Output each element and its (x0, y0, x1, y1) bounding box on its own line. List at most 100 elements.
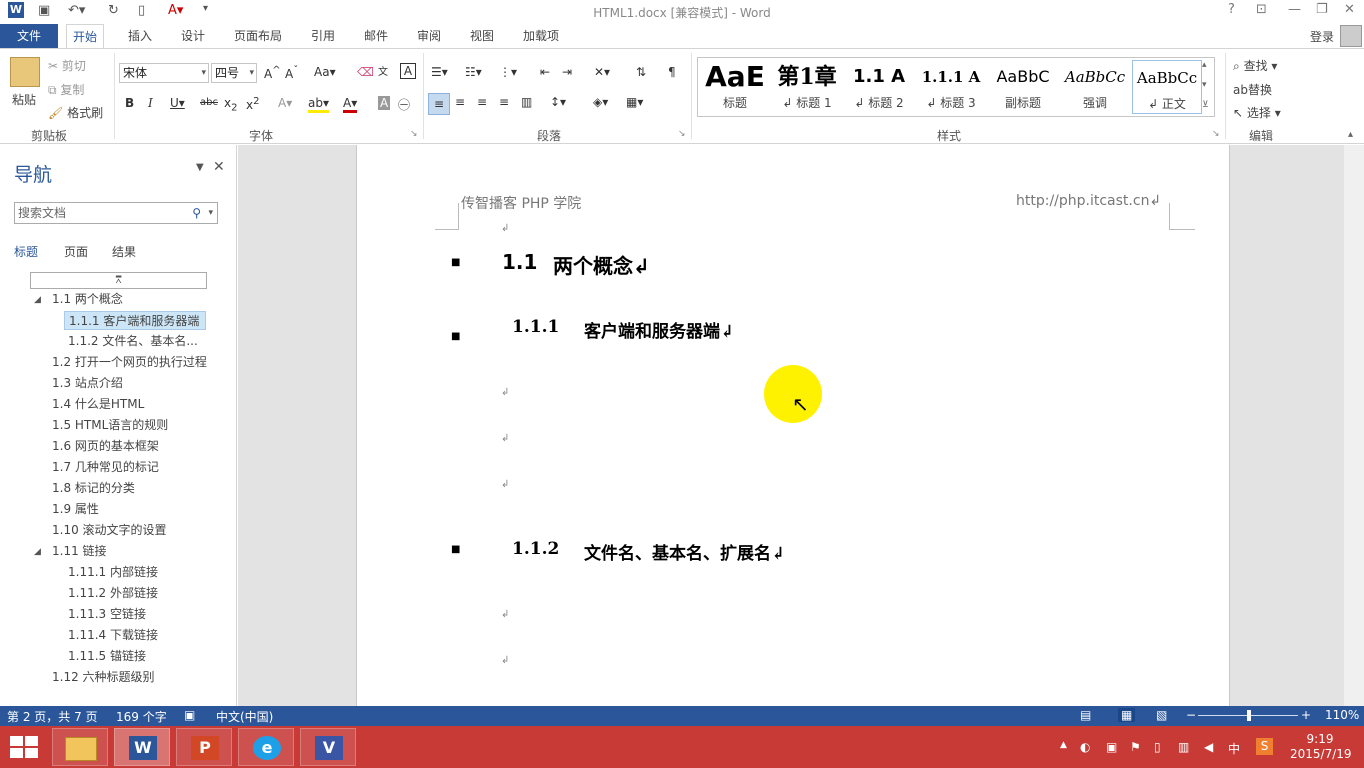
nav-tab-pages[interactable]: 页面 (64, 243, 88, 260)
style-emphasis[interactable]: AaBbCc 强调 (1060, 60, 1130, 114)
nav-heading-item[interactable]: 1.3 站点介绍 (52, 374, 123, 393)
char-shading-icon[interactable]: A (378, 96, 391, 110)
expanded-triangle-icon[interactable]: ◢ (34, 295, 41, 305)
select-button[interactable]: ↖ 选择 ▾ (1233, 104, 1281, 121)
numbering-icon[interactable]: ☷▾ (465, 65, 482, 79)
change-case-button[interactable]: Aa▾ (314, 65, 336, 79)
align-left-icon[interactable]: ≡ (428, 93, 450, 115)
web-layout-icon[interactable]: ▧ (1156, 708, 1167, 722)
paragraph-dialog-launcher-icon[interactable]: ↘ (678, 129, 686, 139)
nav-heading-item[interactable]: 1.5 HTML语言的规则 (52, 416, 168, 435)
borders-icon[interactable]: ▦▾ (626, 95, 643, 109)
find-button[interactable]: ⌕ 查找 ▾ (1233, 57, 1277, 74)
clear-format-icon[interactable]: ⌫ (357, 65, 374, 79)
format-painter-button[interactable]: 🖌 格式刷 (48, 104, 103, 121)
sort-icon[interactable]: ⇅ (636, 65, 646, 79)
tab-insert[interactable]: 插入 (122, 24, 158, 48)
start-button[interactable] (10, 736, 38, 758)
nav-scroll-up-bar[interactable]: ⩞ (30, 272, 207, 289)
grow-font-icon[interactable]: A^ (264, 65, 281, 81)
expanded-triangle-icon[interactable]: ◢ (34, 547, 41, 557)
tab-review[interactable]: 审阅 (411, 24, 447, 48)
word-count[interactable]: 169 个字 (116, 708, 167, 725)
language[interactable]: 中文(中国) (216, 708, 273, 725)
style-heading-1[interactable]: 第1章 ↲ 标题 1 (772, 60, 842, 114)
char-border-icon[interactable]: A (400, 63, 416, 79)
shrink-font-icon[interactable]: Aˇ (285, 65, 298, 81)
bullets-icon[interactable]: ☰▾ (431, 65, 448, 79)
shading-icon[interactable]: ◈▾ (593, 95, 608, 109)
style-normal[interactable]: AaBbCc ↲ 正文 (1132, 60, 1202, 114)
cut-button[interactable]: ✂ 剪切 (48, 57, 86, 74)
justify-icon[interactable]: ≡ (499, 95, 509, 109)
document-page[interactable]: 传智播客 PHP 学院 http://php.itcast.cn↲ ↲ ■ 1.… (356, 145, 1230, 706)
nav-heading-item[interactable]: 1.1.1 客户端和服务器端 (64, 311, 206, 330)
styles-gallery[interactable]: AaE 标题 第1章 ↲ 标题 1 1.1 A ↲ 标题 2 1.1.1 A ↲… (697, 57, 1215, 117)
taskbar-explorer[interactable] (52, 728, 108, 766)
font-size-combo[interactable]: 四号 ▾ (211, 63, 257, 83)
tray-sogou-icon[interactable]: S (1256, 738, 1273, 755)
tab-design[interactable]: 设计 (175, 24, 211, 48)
tray-network-icon[interactable]: ▥ (1178, 740, 1189, 754)
superscript-button[interactable]: x2 (246, 96, 259, 112)
nav-tab-headings[interactable]: 标题 (14, 243, 38, 260)
page-count[interactable]: 第 2 页，共 7 页 (7, 708, 98, 725)
increase-indent-icon[interactable]: ⇥ (562, 65, 572, 79)
decrease-indent-icon[interactable]: ⇤ (540, 65, 550, 79)
multilevel-list-icon[interactable]: ⋮▾ (499, 65, 517, 79)
zoom-in-icon[interactable]: + (1301, 708, 1311, 722)
nav-heading-item[interactable]: 1.11.1 内部链接 (68, 563, 158, 582)
tab-mailings[interactable]: 邮件 (358, 24, 394, 48)
show-marks-icon[interactable]: ¶ (668, 65, 676, 79)
text-effects-icon[interactable]: A▾ (278, 96, 292, 110)
chevron-down-icon[interactable]: ▾ (208, 203, 213, 223)
tray-device-icon[interactable]: ▯ (1154, 740, 1161, 754)
taskbar-ie[interactable]: e (238, 728, 294, 766)
nav-heading-item[interactable]: 1.9 属性 (52, 500, 99, 519)
phonetic-guide-icon[interactable]: 文 (378, 63, 388, 78)
nav-heading-item[interactable]: 1.7 几种常见的标记 (52, 458, 159, 477)
styles-dialog-launcher-icon[interactable]: ↘ (1212, 129, 1220, 139)
clock[interactable]: 9:19 2015/7/19 (1290, 732, 1352, 762)
nav-heading-item[interactable]: 1.1 两个概念 (52, 290, 123, 309)
ribbon-display-icon[interactable]: ⊡ (1256, 2, 1267, 17)
tab-file[interactable]: 文件 (0, 24, 58, 48)
taskbar-word[interactable]: W (114, 728, 170, 766)
underline-button[interactable]: U▾ (170, 96, 185, 110)
tab-view[interactable]: 视图 (464, 24, 500, 48)
zoom-slider-thumb[interactable] (1247, 710, 1251, 721)
nav-heading-item[interactable]: 1.11 链接 (52, 542, 107, 561)
avatar[interactable] (1340, 25, 1362, 47)
style-heading-2[interactable]: 1.1 A ↲ 标题 2 (844, 60, 914, 114)
close-icon[interactable]: ✕ (1344, 2, 1355, 17)
login-link[interactable]: 登录 (1310, 28, 1334, 45)
bold-button[interactable]: B (125, 96, 134, 110)
zoom-out-icon[interactable]: − (1186, 708, 1196, 722)
tray-flag-icon[interactable]: ⚑ (1130, 740, 1141, 754)
minimize-icon[interactable]: — (1288, 2, 1301, 17)
gallery-up-icon[interactable]: ▴ (1202, 60, 1207, 70)
nav-heading-item[interactable]: 1.1.2 文件名、基本名... (68, 332, 198, 351)
highlight-icon[interactable]: ab▾ (308, 96, 329, 113)
proofing-icon[interactable]: ▣ (184, 708, 195, 722)
tray-expand-icon[interactable]: ▲ (1060, 740, 1067, 750)
align-right-icon[interactable]: ≡ (477, 95, 487, 109)
style-title[interactable]: AaE 标题 (700, 60, 770, 114)
tray-ime-indicator[interactable]: 中 (1228, 740, 1240, 757)
nav-search-input[interactable]: 搜索文档 ⚲ ▾ (14, 202, 218, 224)
style-heading-3[interactable]: 1.1.1 A ↲ 标题 3 (916, 60, 986, 114)
tab-home[interactable]: 开始 (66, 24, 105, 49)
subscript-button[interactable]: x2 (224, 96, 237, 113)
restore-icon[interactable]: ❐ (1316, 2, 1328, 17)
nav-heading-item[interactable]: 1.6 网页的基本框架 (52, 437, 159, 456)
copy-button[interactable]: ⧉ 复制 (48, 81, 84, 98)
distributed-icon[interactable]: ▥ (521, 95, 532, 109)
print-layout-icon[interactable]: ▦ (1118, 708, 1136, 722)
tab-layout[interactable]: 页面布局 (228, 24, 288, 48)
nav-heading-item[interactable]: 1.2 打开一个网页的执行过程 (52, 353, 207, 372)
nav-heading-item[interactable]: 1.12 六种标题级别 (52, 668, 155, 687)
nav-heading-item[interactable]: 1.11.4 下载链接 (68, 626, 158, 645)
nav-tab-results[interactable]: 结果 (112, 243, 136, 260)
tab-addins[interactable]: 加载项 (517, 24, 565, 48)
style-subtitle[interactable]: AaBbC 副标题 (988, 60, 1058, 114)
